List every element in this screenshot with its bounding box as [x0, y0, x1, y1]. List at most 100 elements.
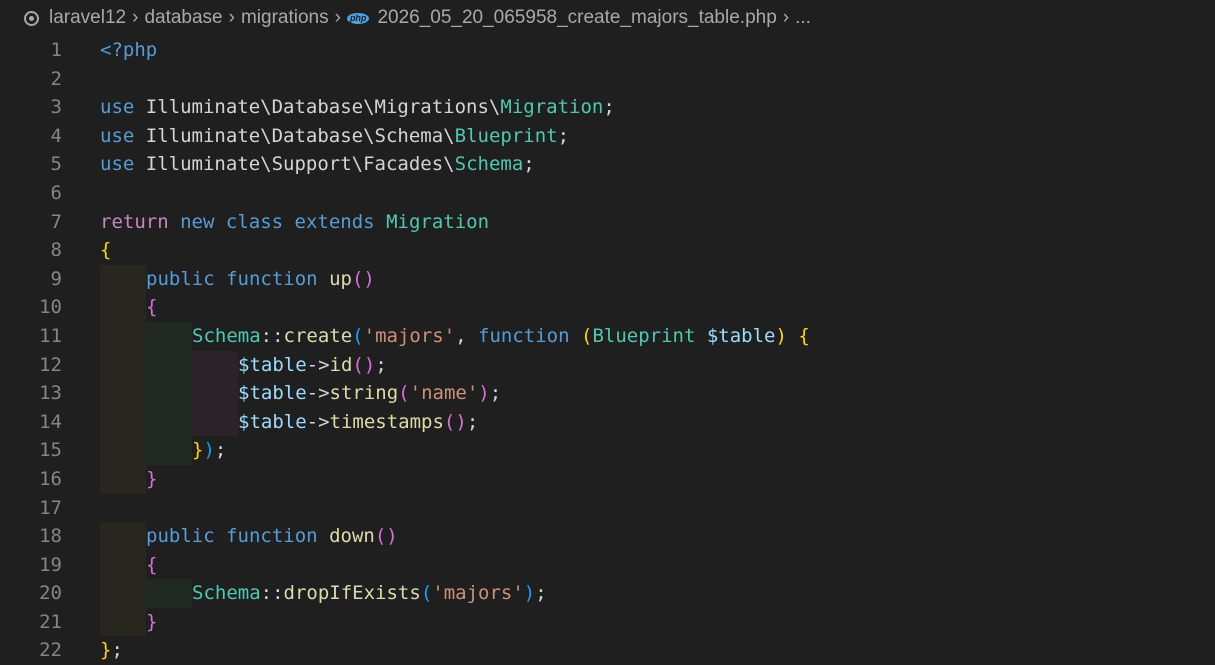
code-token: create: [283, 324, 353, 347]
code-token: Illuminate\Support\Facades\: [134, 153, 455, 176]
line-number: 12: [39, 353, 62, 376]
code-text: public function down(): [146, 522, 398, 551]
code-token: (): [374, 525, 398, 548]
code-line[interactable]: 18 public function down(): [0, 522, 1215, 551]
indent-guide: [100, 321, 146, 351]
breadcrumb-item-project[interactable]: laravel12: [49, 7, 126, 29]
code-line[interactable]: 12 $table->id();: [0, 350, 1215, 380]
line-number: 5: [50, 153, 62, 176]
code-token: extends: [294, 210, 375, 233]
code-text: {: [146, 551, 157, 580]
code-token: Schema: [192, 324, 261, 347]
code-token: ): [203, 439, 215, 462]
breadcrumb-item-more[interactable]: ...: [795, 7, 811, 29]
code-editor[interactable]: 1 <?php 2 3 use Illuminate\Database\Migratio…: [0, 36, 1215, 665]
line-number: 15: [39, 439, 62, 462]
code-token: ;: [111, 639, 123, 662]
code-token: (): [443, 410, 467, 433]
code-token: }: [100, 639, 112, 662]
code-token: $table: [238, 410, 307, 433]
code-text: $table->string('name');: [238, 379, 501, 408]
code-token: use: [100, 124, 135, 147]
code-text: {: [146, 293, 157, 322]
code-token: ->: [306, 353, 330, 376]
code-line[interactable]: 19 {: [0, 550, 1215, 580]
code-line[interactable]: 1 <?php: [0, 36, 1215, 65]
code-text: $table->id();: [238, 351, 387, 380]
indent-guide: [146, 436, 192, 465]
indent-guide: [100, 607, 146, 637]
breadcrumb-item-migrations[interactable]: migrations: [241, 7, 329, 29]
code-token: }: [192, 439, 204, 462]
indent-guide: [146, 579, 192, 608]
code-token: (: [581, 324, 593, 347]
code-line[interactable]: 3 use Illuminate\Database\Migrations\Migr…: [0, 93, 1215, 122]
code-token: {: [798, 324, 810, 347]
code-token: 'name': [409, 382, 479, 405]
code-line[interactable]: 15});: [0, 436, 1215, 465]
code-token: Migration: [386, 210, 490, 233]
code-line[interactable]: 2: [0, 65, 1215, 94]
line-number: 19: [39, 553, 62, 576]
code-line[interactable]: 6: [0, 179, 1215, 208]
code-token: Blueprint: [592, 324, 696, 347]
code-token: up: [329, 267, 352, 290]
indent-guide: [100, 407, 146, 437]
code-line[interactable]: 14 $table->timestamps();: [0, 407, 1215, 437]
indent-guide: [100, 293, 146, 322]
code-line[interactable]: 22};: [0, 636, 1215, 665]
code-text: };: [100, 636, 123, 665]
code-line[interactable]: 20 Schema::dropIfExists('majors');: [0, 579, 1215, 608]
code-line[interactable]: 21}: [0, 607, 1215, 637]
code-token: use: [100, 96, 135, 119]
code-line[interactable]: 11 Schema::create('majors', function (Blu…: [0, 321, 1215, 351]
code-text: use Illuminate\Database\Migrations\Migra…: [100, 93, 615, 122]
breadcrumb-item-database[interactable]: database: [144, 7, 222, 29]
code-line[interactable]: 17: [0, 494, 1215, 523]
code-text: Schema::dropIfExists('majors');: [192, 579, 547, 608]
code-token: function: [226, 525, 318, 548]
code-line[interactable]: 5 use Illuminate\Support\Facades\Schema;: [0, 150, 1215, 179]
line-number: 8: [50, 239, 62, 262]
code-token: Illuminate\Database\Migrations\: [134, 96, 501, 119]
code-line[interactable]: 8{: [0, 236, 1215, 265]
code-line[interactable]: 16}: [0, 464, 1215, 494]
code-token: ;: [603, 96, 615, 119]
code-token: ;: [214, 439, 227, 462]
code-text: Schema::create('majors', function (Bluep…: [192, 322, 810, 351]
code-token: (: [420, 582, 433, 605]
chevron-right-icon: ›: [334, 7, 341, 28]
indent-guide: [100, 350, 146, 380]
code-token: Illuminate\Database\Schema\: [134, 124, 455, 147]
code-line[interactable]: 10 {: [0, 293, 1215, 322]
code-token: Schema: [454, 153, 524, 176]
code-token: ;: [489, 382, 502, 405]
code-token: ): [775, 324, 787, 347]
breadcrumb-item-file[interactable]: 2026_05_20_065958_create_majors_table.ph…: [377, 7, 776, 29]
code-line[interactable]: 7 return new class extends Migration: [0, 208, 1215, 237]
line-number: 3: [50, 96, 62, 119]
code-line[interactable]: 13 $table->string('name');: [0, 379, 1215, 408]
code-token: }: [146, 467, 158, 490]
indent-guide: [192, 379, 238, 408]
code-token: ;: [535, 582, 547, 605]
line-number: 20: [39, 582, 62, 605]
project-circle-icon: [24, 10, 39, 26]
code-token: ->: [306, 382, 330, 405]
code-token: ): [478, 382, 490, 405]
line-number: 13: [39, 382, 62, 405]
code-text: use Illuminate\Database\Schema\Blueprint…: [100, 122, 569, 151]
indent-guide: [100, 264, 146, 294]
code-token: Schema: [192, 582, 261, 605]
code-line[interactable]: 4 use Illuminate\Database\Schema\Blueprin…: [0, 122, 1215, 151]
code-text: $table->timestamps();: [238, 408, 478, 437]
code-line[interactable]: 9 public function up(): [0, 264, 1215, 294]
indent-guide: [192, 350, 238, 380]
code-token: function: [226, 267, 318, 290]
indent-guide: [100, 579, 146, 608]
code-token: ): [523, 582, 536, 605]
